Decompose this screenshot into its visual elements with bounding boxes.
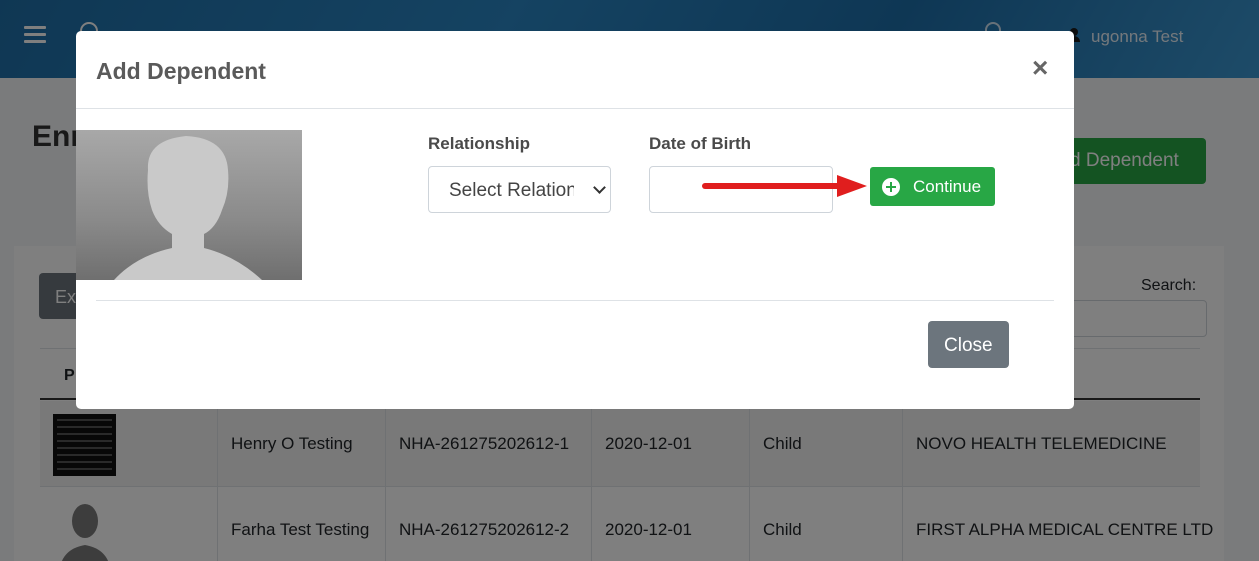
modal-title: Add Dependent — [96, 58, 266, 84]
relationship-label: Relationship — [428, 134, 531, 153]
dependent-photo-placeholder[interactable] — [76, 130, 302, 280]
modal-header: Add Dependent × — [76, 31, 1074, 109]
close-button[interactable]: Close — [928, 321, 1009, 368]
continue-button[interactable]: Continue — [870, 167, 995, 206]
avatar-placeholder-icon — [114, 136, 262, 280]
add-dependent-modal: Add Dependent × Relationship Select Rela… — [76, 31, 1074, 409]
chevron-down-icon — [593, 181, 606, 194]
continue-label: Continue — [913, 177, 982, 196]
modal-divider — [96, 300, 1054, 301]
relationship-select[interactable]: Select Relationship — [428, 166, 611, 213]
dob-label: Date of Birth — [649, 134, 751, 153]
plus-circle-icon — [882, 178, 900, 196]
close-icon[interactable]: × — [1032, 53, 1048, 83]
relationship-select-value: Select Relationship — [449, 180, 574, 201]
red-arrow-annotation — [702, 175, 867, 197]
